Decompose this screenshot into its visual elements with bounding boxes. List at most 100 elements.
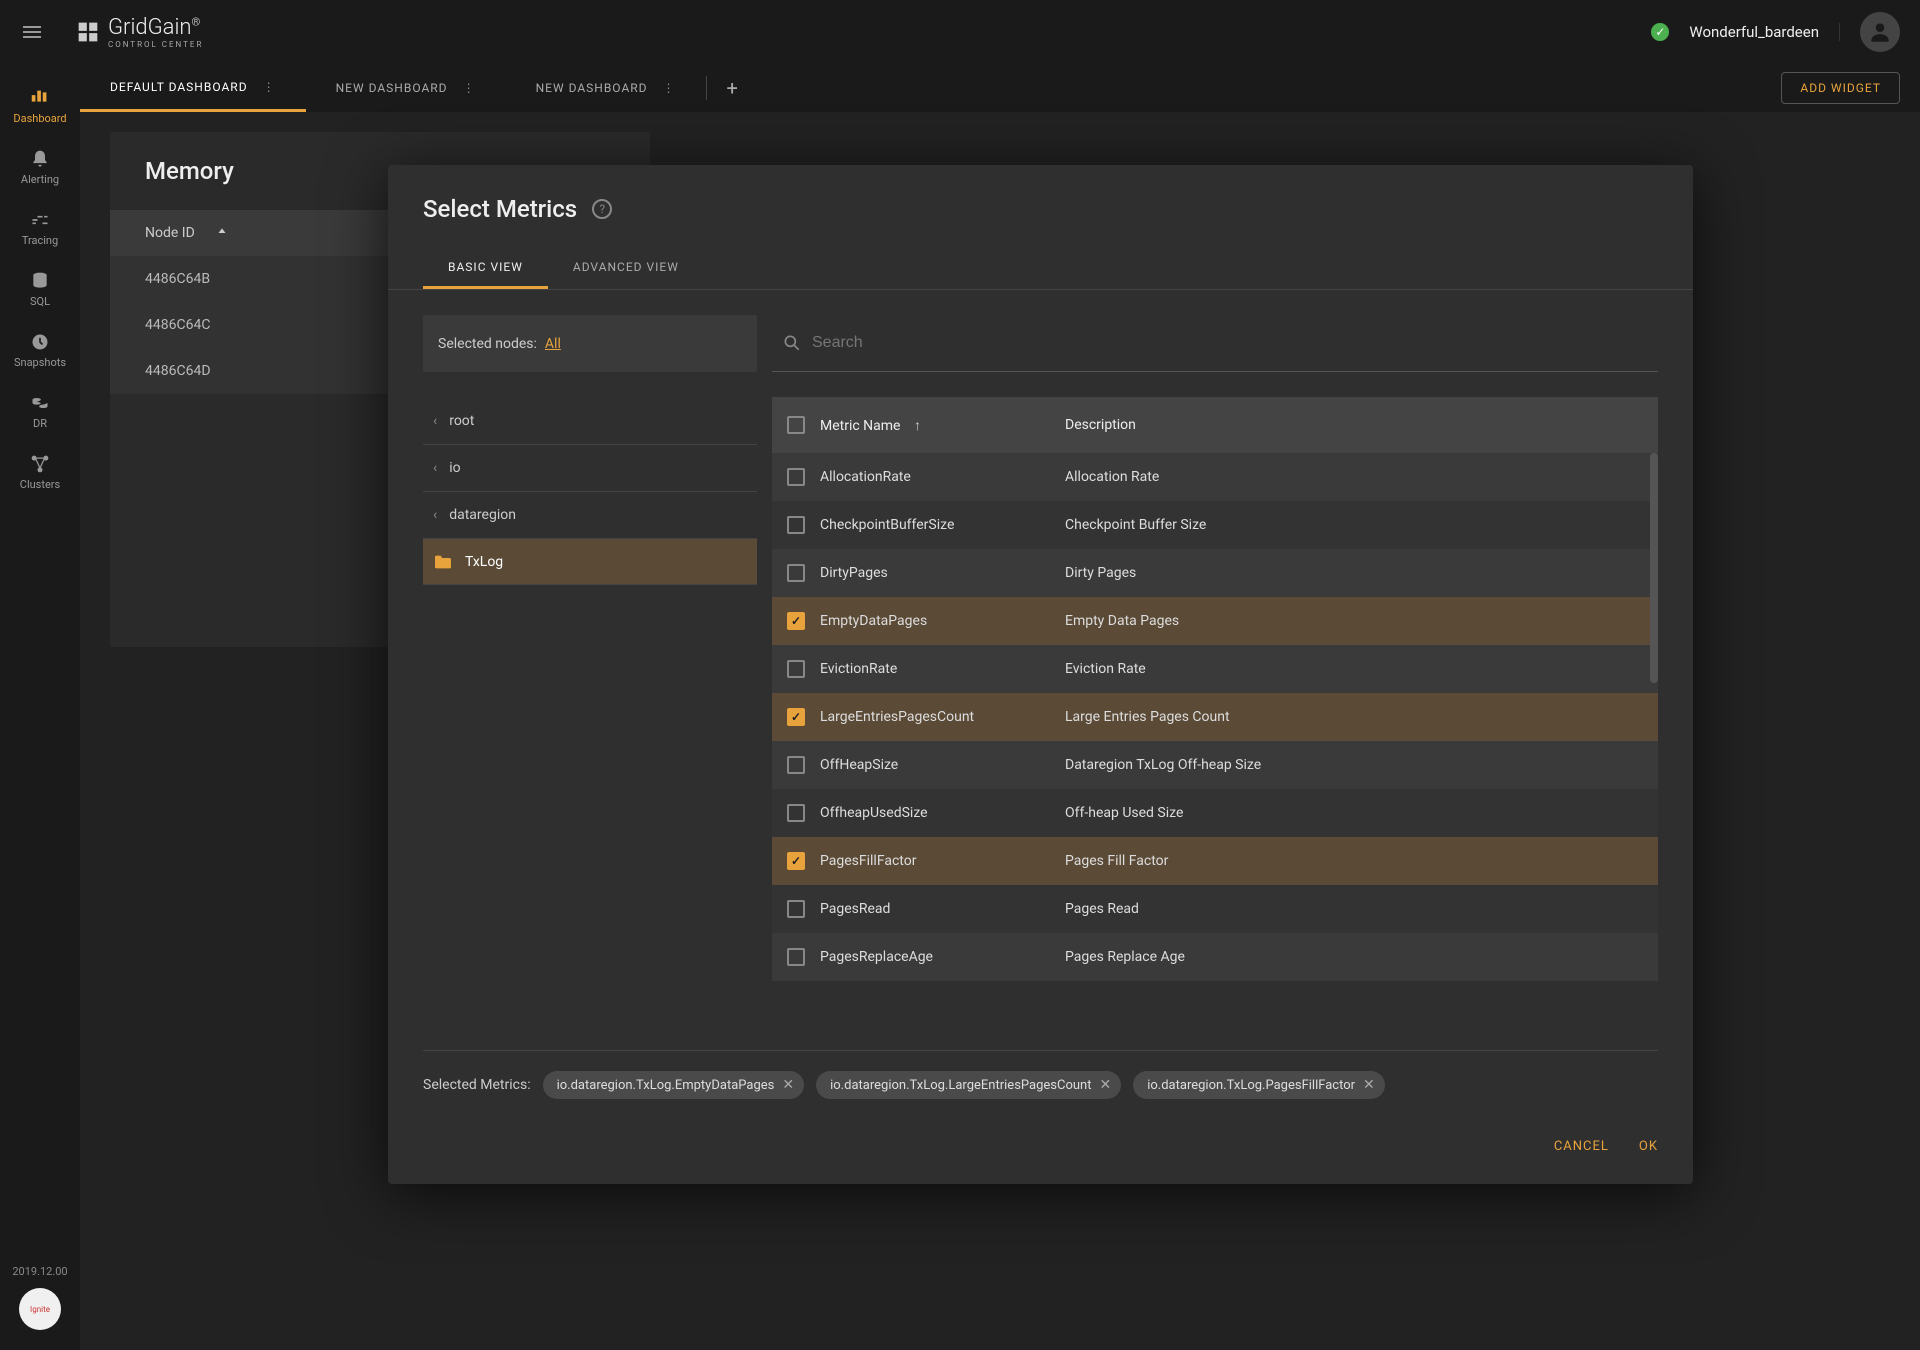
sidebar-item-dr[interactable]: DR — [0, 381, 80, 442]
tab-basic-view[interactable]: BASIC VIEW — [423, 248, 548, 289]
dialog-title: Select Metrics — [423, 195, 577, 223]
metrics-tree: ‹ root ‹ io ‹ dataregion — [423, 397, 757, 1050]
avatar[interactable] — [1860, 12, 1900, 52]
search-icon — [782, 333, 802, 353]
clock-icon — [30, 332, 50, 352]
sidebar-item-dashboard[interactable]: Dashboard — [0, 74, 80, 137]
powered-by-badge: Ignite — [19, 1288, 61, 1330]
metric-desc: Pages Read — [1065, 901, 1643, 917]
metric-row[interactable]: PagesReplaceAgePages Replace Age — [772, 933, 1658, 981]
chevron-left-icon: ‹ — [433, 507, 437, 523]
column-name-header[interactable]: Metric Name ↑ — [820, 417, 1050, 434]
metric-desc: Dirty Pages — [1065, 565, 1643, 581]
tracing-icon — [30, 210, 50, 230]
scrollbar[interactable] — [1650, 453, 1658, 1050]
metric-desc: Allocation Rate — [1065, 469, 1643, 485]
search-input[interactable] — [802, 324, 1648, 362]
selected-metrics-label: Selected Metrics: — [423, 1077, 531, 1093]
sidebar-item-tracing[interactable]: Tracing — [0, 198, 80, 259]
logo: GridGain® CONTROL CENTER — [74, 15, 203, 49]
tab-default-dashboard[interactable]: DEFAULT DASHBOARD ⋮ — [80, 64, 306, 112]
selected-nodes-panel: Selected nodes: All — [423, 315, 757, 372]
metric-checkbox[interactable] — [787, 612, 805, 630]
metric-row[interactable]: LargeEntriesPagesCountLarge Entries Page… — [772, 693, 1658, 741]
sidebar-item-snapshots[interactable]: Snapshots — [0, 320, 80, 381]
select-all-checkbox[interactable] — [787, 416, 805, 434]
metric-name: EvictionRate — [820, 661, 1050, 677]
ok-button[interactable]: OK — [1639, 1139, 1658, 1154]
column-desc-header[interactable]: Description — [1065, 417, 1643, 433]
tree-folder-txlog[interactable]: TxLog — [423, 538, 757, 585]
metric-name: LargeEntriesPagesCount — [820, 709, 1050, 725]
add-tab-button[interactable]: + — [707, 76, 758, 100]
selected-metric-chip: io.dataregion.TxLog.EmptyDataPages✕ — [543, 1071, 805, 1099]
metric-desc: Pages Fill Factor — [1065, 853, 1643, 869]
tab-menu-icon[interactable]: ⋮ — [463, 81, 476, 95]
tree-crumb-io[interactable]: ‹ io — [423, 444, 757, 491]
metric-checkbox[interactable] — [787, 708, 805, 726]
metric-checkbox[interactable] — [787, 660, 805, 678]
sidebar-item-sql[interactable]: SQL — [0, 259, 80, 320]
metric-row[interactable]: EvictionRate Eviction Rate — [772, 645, 1658, 693]
tab-menu-icon[interactable]: ⋮ — [263, 80, 276, 94]
tab-advanced-view[interactable]: ADVANCED VIEW — [548, 248, 704, 289]
metric-name: OffheapUsedSize — [820, 805, 1050, 821]
tab-menu-icon[interactable]: ⋮ — [663, 81, 676, 95]
sort-asc-icon: ↑ — [914, 418, 921, 434]
metric-checkbox[interactable] — [787, 756, 805, 774]
metric-desc: Off-heap Used Size — [1065, 805, 1643, 821]
menu-icon[interactable] — [20, 20, 44, 44]
metric-row[interactable]: OffheapUsedSize Off-heap Used Size — [772, 789, 1658, 837]
metric-name: CheckpointBufferSize — [820, 517, 1050, 533]
scroll-thumb[interactable] — [1650, 453, 1658, 683]
folder-icon — [433, 554, 453, 570]
dr-icon — [30, 393, 50, 413]
metric-row[interactable]: CheckpointBufferSizeCheckpoint Buffer Si… — [772, 501, 1658, 549]
metric-row[interactable]: EmptyDataPages Empty Data Pages — [772, 597, 1658, 645]
tab-new-dashboard-1[interactable]: NEW DASHBOARD ⋮ — [306, 64, 506, 112]
select-metrics-dialog: Select Metrics ? BASIC VIEW ADVANCED VIE… — [388, 165, 1693, 1184]
tree-crumb-dataregion[interactable]: ‹ dataregion — [423, 491, 757, 538]
tab-new-dashboard-2[interactable]: NEW DASHBOARD ⋮ — [506, 64, 706, 112]
cancel-button[interactable]: CANCEL — [1554, 1139, 1609, 1154]
chip-remove-icon[interactable]: ✕ — [782, 1077, 794, 1093]
metric-checkbox[interactable] — [787, 516, 805, 534]
selected-metric-chip: io.dataregion.TxLog.PagesFillFactor✕ — [1133, 1071, 1385, 1099]
metric-name: OffHeapSize — [820, 757, 1050, 773]
metric-checkbox[interactable] — [787, 468, 805, 486]
metric-row[interactable]: PagesRead Pages Read — [772, 885, 1658, 933]
chevron-left-icon: ‹ — [433, 413, 437, 429]
metric-name: PagesFillFactor — [820, 853, 1050, 869]
metric-desc: Pages Replace Age — [1065, 949, 1643, 965]
help-icon[interactable]: ? — [592, 199, 612, 219]
metric-desc: Eviction Rate — [1065, 661, 1643, 677]
metric-checkbox[interactable] — [787, 564, 805, 582]
dashboard-icon — [29, 86, 51, 108]
metric-name: EmptyDataPages — [820, 613, 1050, 629]
metric-name: PagesRead — [820, 901, 1050, 917]
username-label[interactable]: Wonderful_bardeen — [1689, 23, 1840, 41]
tree-crumb-root[interactable]: ‹ root — [423, 397, 757, 444]
metric-checkbox[interactable] — [787, 900, 805, 918]
metric-row[interactable]: DirtyPages Dirty Pages — [772, 549, 1658, 597]
metric-row[interactable]: PagesFillFactor Pages Fill Factor — [772, 837, 1658, 885]
status-ok-icon: ✓ — [1651, 23, 1669, 41]
metric-row[interactable]: OffHeapSizeDataregion TxLog Off-heap Siz… — [772, 741, 1658, 789]
chip-remove-icon[interactable]: ✕ — [1363, 1077, 1375, 1093]
metric-desc: Empty Data Pages — [1065, 613, 1643, 629]
metric-checkbox[interactable] — [787, 852, 805, 870]
chip-remove-icon[interactable]: ✕ — [1099, 1077, 1111, 1093]
add-widget-button[interactable]: ADD WIDGET — [1781, 72, 1900, 104]
sidebar-item-clusters[interactable]: Clusters — [0, 442, 80, 503]
selected-metric-chip: io.dataregion.TxLog.LargeEntriesPagesCou… — [816, 1071, 1121, 1099]
metric-checkbox[interactable] — [787, 948, 805, 966]
metric-name: AllocationRate — [820, 469, 1050, 485]
bell-icon — [30, 149, 50, 169]
selected-nodes-link[interactable]: All — [545, 336, 561, 352]
metric-checkbox[interactable] — [787, 804, 805, 822]
metric-row[interactable]: AllocationRate Allocation Rate — [772, 453, 1658, 501]
sort-asc-icon — [215, 226, 229, 240]
metric-name: DirtyPages — [820, 565, 1050, 581]
chevron-left-icon: ‹ — [433, 460, 437, 476]
sidebar-item-alerting[interactable]: Alerting — [0, 137, 80, 198]
